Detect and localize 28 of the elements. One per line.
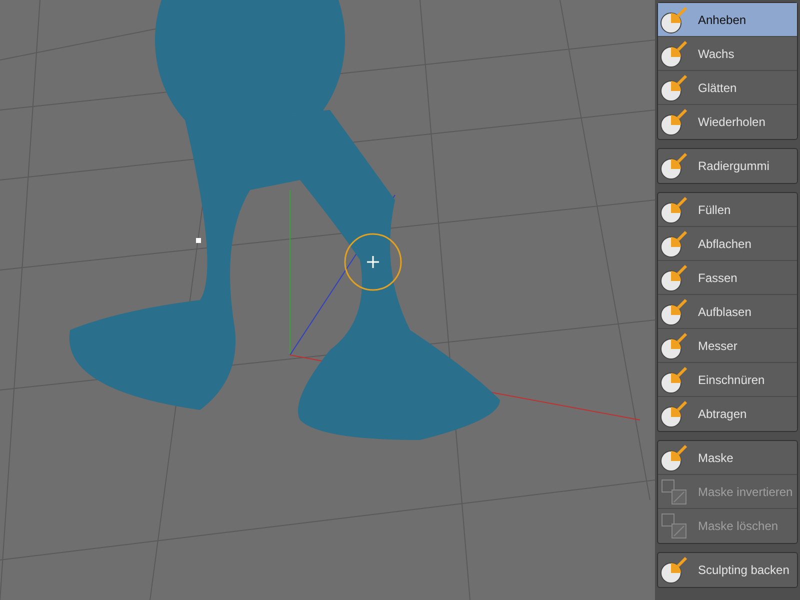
tool-item[interactable]: Abtragen (658, 397, 797, 431)
tool-item[interactable]: Wachs (658, 37, 797, 71)
sculpt-brush-icon (660, 6, 690, 34)
tool-item[interactable]: Aufblasen (658, 295, 797, 329)
sculpt-brush-icon (660, 298, 690, 326)
sculpt-brush-icon (660, 40, 690, 68)
sculpt-brush-icon (660, 332, 690, 360)
sculpt-brush-icon (660, 264, 690, 292)
sculpt-brush-icon (660, 366, 690, 394)
tool-item[interactable]: Messer (658, 329, 797, 363)
tool-item[interactable]: Sculpting backen (658, 553, 797, 587)
tool-item[interactable]: Glätten (658, 71, 797, 105)
sculpt-brush-icon (660, 74, 690, 102)
tool-item[interactable]: Anheben (658, 3, 797, 37)
tool-item[interactable]: Einschnüren (658, 363, 797, 397)
tool-item[interactable]: Wiederholen (658, 105, 797, 139)
sculpt-brush-icon (660, 556, 690, 584)
tool-item[interactable]: Maske (658, 441, 797, 475)
sculpt-brush-icon (660, 108, 690, 136)
sculpt-brush-icon (660, 230, 690, 258)
tool-item[interactable]: Fassen (658, 261, 797, 295)
sculpt-brush-icon (660, 196, 690, 224)
tool-item[interactable]: Füllen (658, 193, 797, 227)
sculpt-brush-icon (660, 152, 690, 180)
tool-item[interactable]: Radiergummi (658, 149, 797, 183)
tool-item[interactable]: Abflachen (658, 227, 797, 261)
sculpt-brush-icon (660, 400, 690, 428)
sculpt-brush-icon (660, 444, 690, 472)
